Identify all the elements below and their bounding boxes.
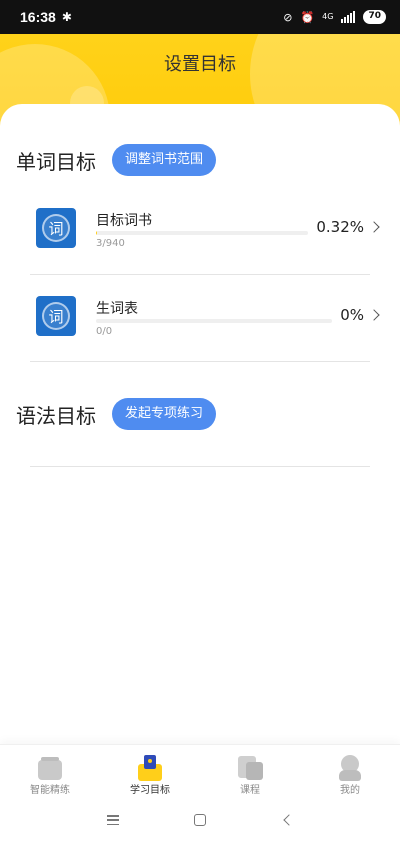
goal-count: 3/940 xyxy=(96,238,125,249)
nav-label: 我的 xyxy=(340,785,360,796)
divider xyxy=(30,361,370,362)
word-icon: 词 xyxy=(36,208,76,248)
goal-percent: 0% xyxy=(340,306,364,324)
battery-icon: 70 xyxy=(363,10,386,24)
nav-item-profile[interactable]: 我的 xyxy=(300,745,400,796)
main-card: 单词目标 调整词书范围 词 目标词书 3/940 0.32% 词 生词表 0/0… xyxy=(0,104,400,744)
home-button[interactable] xyxy=(185,805,215,835)
word-goal-header: 单词目标 调整词书范围 xyxy=(16,144,217,176)
start-practice-button[interactable]: 发起专项练习 xyxy=(112,398,217,430)
word-icon: 词 xyxy=(36,296,76,336)
adjust-wordbook-button[interactable]: 调整词书范围 xyxy=(112,144,217,176)
nav-item-course[interactable]: 课程 xyxy=(200,745,300,796)
bottom-nav: 智能精练 学习目标 课程 我的 xyxy=(0,744,400,796)
goal-count: 0/0 xyxy=(96,326,113,337)
nav-label: 学习目标 xyxy=(130,785,170,796)
signal-icon xyxy=(341,11,356,23)
status-icons: ⊘ ⏰ 4G 70 xyxy=(283,10,386,24)
divider xyxy=(30,466,370,467)
alarm-icon: ⏰ xyxy=(300,10,315,24)
tray-icon xyxy=(37,755,63,780)
network-label: 4G xyxy=(322,12,334,21)
progress-fill xyxy=(96,231,97,235)
goal-percent: 0.32% xyxy=(316,218,364,236)
status-bar: 16:38 ✱ ⊘ ⏰ 4G 70 xyxy=(0,0,400,34)
back-icon xyxy=(282,814,295,826)
chevron-right-icon xyxy=(368,221,380,233)
goal-row-new-words[interactable]: 词 生词表 0/0 0% xyxy=(30,288,380,348)
progress-bar xyxy=(96,231,308,235)
goal-name: 目标词书 xyxy=(96,213,152,229)
grammar-goal-header: 语法目标 发起专项练习 xyxy=(16,398,217,430)
back-button[interactable] xyxy=(272,805,302,835)
nav-item-learning-goal[interactable]: 学习目标 xyxy=(100,745,200,796)
system-nav-bar xyxy=(0,796,400,844)
chevron-right-icon xyxy=(368,309,380,321)
divider xyxy=(30,274,370,275)
mute-icon: ⊘ xyxy=(283,10,293,24)
profile-icon xyxy=(337,755,363,781)
target-icon xyxy=(137,755,163,781)
nav-item-smart-practice[interactable]: 智能精练 xyxy=(0,745,100,796)
menu-icon xyxy=(107,815,120,825)
goal-row-target-wordbook[interactable]: 词 目标词书 3/940 0.32% xyxy=(30,200,380,260)
goal-name: 生词表 xyxy=(96,301,138,317)
course-icon xyxy=(237,755,263,780)
menu-button[interactable] xyxy=(98,805,128,835)
nav-label: 智能精练 xyxy=(30,785,70,796)
section-title-word: 单词目标 xyxy=(16,149,96,174)
section-title-grammar: 语法目标 xyxy=(16,403,96,428)
nav-label: 课程 xyxy=(240,785,260,796)
status-time: 16:38 xyxy=(20,9,56,25)
bluetooth-icon: ✱ xyxy=(61,10,72,24)
home-icon xyxy=(193,814,206,826)
page-title: 设置目标 xyxy=(164,54,236,75)
progress-bar xyxy=(96,319,332,323)
